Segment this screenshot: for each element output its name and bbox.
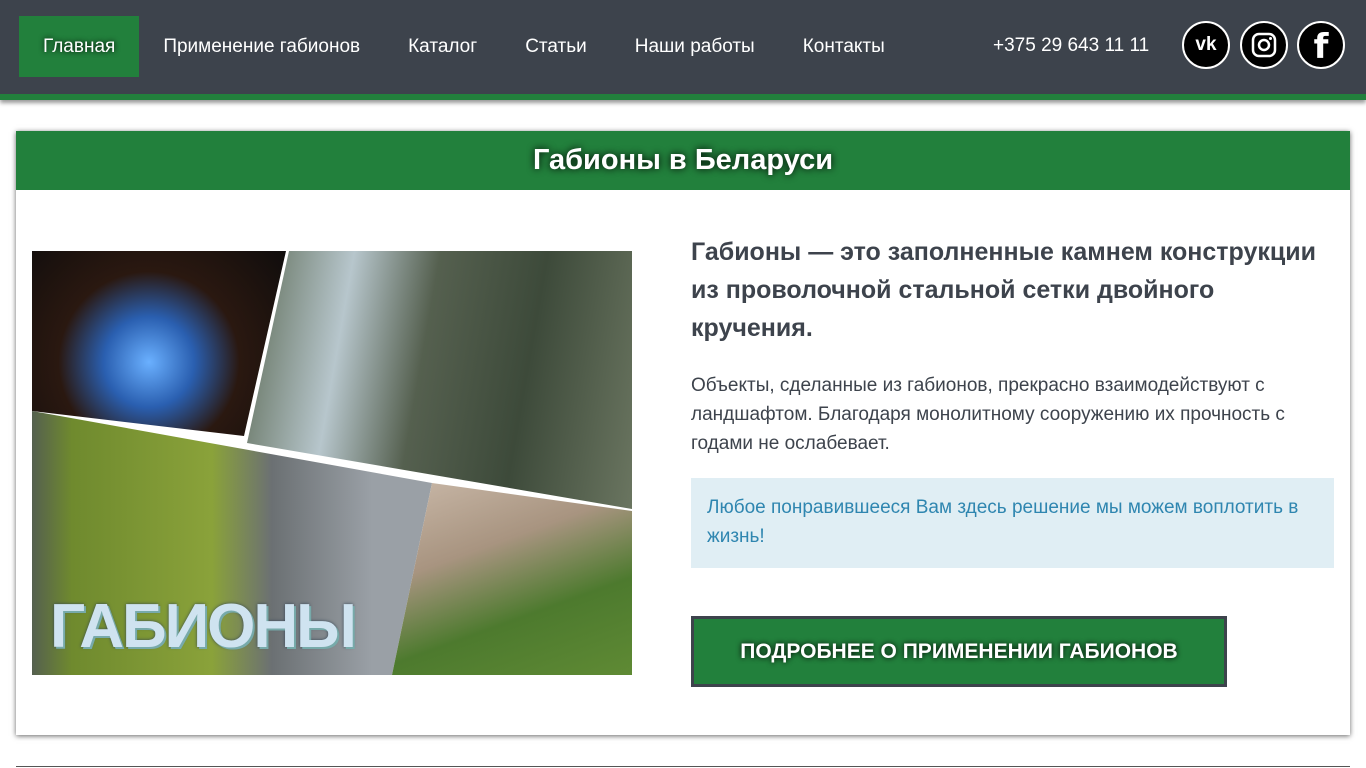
gabion-collage-image: ГАБИОНЫ	[32, 251, 632, 675]
fire-table-photo	[32, 251, 286, 436]
lead-text: Габионы — это заполненные камнем констру…	[691, 238, 1316, 342]
nav-articles[interactable]: Статьи	[501, 16, 611, 77]
intro-card: Габионы в Беларуси ГАБИОНЫ Габионы — это…	[16, 131, 1350, 735]
collage-caption: ГАБИОНЫ	[50, 592, 357, 661]
site-header: Главная Применение габионов Каталог Стат…	[0, 0, 1366, 100]
more-about-gabions-button[interactable]: ПОДРОБНЕЕ О ПРИМЕНЕНИИ ГАБИОНОВ	[691, 616, 1227, 687]
nav-our-works[interactable]: Наши работы	[611, 16, 779, 77]
card-title: Габионы в Беларуси	[16, 131, 1350, 190]
info-alert: Любое понравившееся Вам здесь решение мы…	[691, 478, 1334, 568]
nav-contacts[interactable]: Контакты	[779, 16, 909, 77]
nav-catalog[interactable]: Каталог	[384, 16, 501, 77]
gabion-turtle-photo	[392, 483, 632, 675]
main-nav: Главная Применение габионов Каталог Стат…	[19, 16, 909, 77]
divider	[16, 766, 1350, 767]
phone-link[interactable]: +375 29 643 11 11	[993, 35, 1149, 57]
vk-icon[interactable]: vk	[1182, 21, 1230, 69]
nav-gabion-usage[interactable]: Применение габионов	[139, 16, 384, 77]
instagram-icon[interactable]	[1240, 21, 1288, 69]
facebook-icon[interactable]: f	[1297, 21, 1345, 69]
nav-home[interactable]: Главная	[19, 16, 140, 77]
description-text: Объекты, сделанные из габионов, прекрасн…	[691, 375, 1285, 454]
